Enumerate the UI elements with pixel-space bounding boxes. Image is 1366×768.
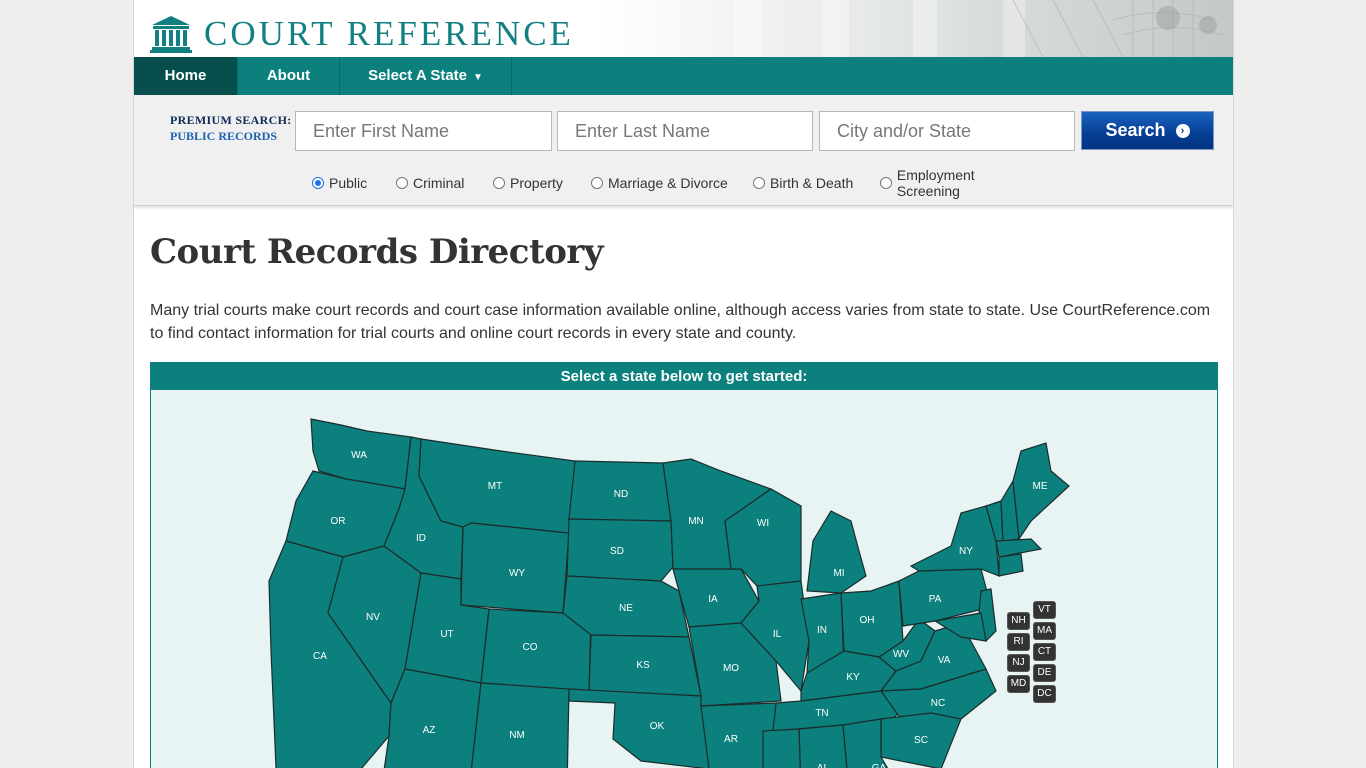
state-oh[interactable]: OH <box>840 580 904 658</box>
nav-about[interactable]: About <box>238 57 340 95</box>
state-sc[interactable]: SC <box>880 712 962 768</box>
main-nav: Home About Select A State ▼ <box>134 57 1233 95</box>
radio-employment-screening[interactable]: Employment Screening <box>880 167 1040 199</box>
page-title: Court Records Directory <box>150 232 604 272</box>
state-badge-nh[interactable]: NH <box>1007 612 1030 630</box>
state-badge-ct[interactable]: CT <box>1033 643 1056 661</box>
city-state-input[interactable] <box>819 111 1075 151</box>
radio-label: Criminal <box>413 175 465 191</box>
radio-button[interactable] <box>753 177 765 189</box>
radio-label: Marriage & Divorce <box>608 175 728 191</box>
us-state-map: WA OR CA ID NV MT WY UT AZ CO NM ND SD N… <box>268 418 1070 768</box>
state-me[interactable]: ME <box>1012 442 1070 541</box>
page-container: COURT REFERENCE Home About Select A Stat… <box>133 0 1234 768</box>
state-ks[interactable]: KS <box>588 634 702 697</box>
state-nm[interactable]: NM <box>469 682 570 768</box>
map-header: Select a state below to get started: <box>151 363 1217 390</box>
nav-select-state[interactable]: Select A State ▼ <box>340 57 512 95</box>
state-mt[interactable]: MT <box>418 438 576 534</box>
state-wy[interactable]: WY <box>460 522 570 614</box>
radio-button[interactable] <box>591 177 603 189</box>
state-ms[interactable] <box>762 728 801 768</box>
state-badge-nj[interactable]: NJ <box>1007 654 1030 672</box>
state-ok[interactable]: OK <box>568 688 710 768</box>
search-type-radios: Public Criminal Property Marriage & Divo… <box>312 167 1040 199</box>
radio-public[interactable]: Public <box>312 167 396 199</box>
caret-down-icon: ▼ <box>473 72 483 83</box>
nav-select-state-label: Select A State <box>368 67 468 84</box>
chevron-right-icon: › <box>1175 123 1190 138</box>
state-badge-md[interactable]: MD <box>1007 675 1030 693</box>
radio-label: Property <box>510 175 563 191</box>
radio-button[interactable] <box>312 177 324 189</box>
state-ne[interactable]: NE <box>562 575 690 638</box>
first-name-input[interactable] <box>295 111 552 151</box>
radio-button[interactable] <box>493 177 505 189</box>
state-mi[interactable]: MI <box>806 510 867 594</box>
premium-search-title: PREMIUM SEARCH: <box>170 113 292 127</box>
search-button[interactable]: Search › <box>1081 111 1214 150</box>
state-badge-vt[interactable]: VT <box>1033 601 1056 619</box>
courthouse-logo-icon <box>150 16 192 53</box>
last-name-input[interactable] <box>557 111 813 151</box>
state-map-panel: Select a state below to get started: WA … <box>150 362 1218 768</box>
nav-home[interactable]: Home <box>134 57 238 95</box>
search-button-label: Search <box>1105 120 1166 140</box>
premium-search-bar: PREMIUM SEARCH: PUBLIC RECORDS Search › … <box>134 95 1233 206</box>
premium-search-label: PREMIUM SEARCH: PUBLIC RECORDS <box>170 112 292 144</box>
radio-birth-death[interactable]: Birth & Death <box>753 167 880 199</box>
radio-marriage-divorce[interactable]: Marriage & Divorce <box>591 167 753 199</box>
radio-label: Birth & Death <box>770 175 854 191</box>
masthead: COURT REFERENCE <box>134 0 1233 57</box>
courthouse-pillars-decoration <box>733 0 1224 57</box>
state-ct[interactable] <box>998 553 1024 577</box>
public-records-label: PUBLIC RECORDS <box>170 129 278 143</box>
state-ny[interactable]: NY <box>909 505 1000 577</box>
state-al[interactable]: AL <box>798 724 849 768</box>
state-badge-de[interactable]: DE <box>1033 664 1056 682</box>
radio-property[interactable]: Property <box>493 167 591 199</box>
state-badge-dc[interactable]: DC <box>1033 685 1056 703</box>
state-badge-ma[interactable]: MA <box>1033 622 1056 640</box>
intro-paragraph: Many trial courts make court records and… <box>150 302 1211 342</box>
logo-text: COURT REFERENCE <box>204 14 574 53</box>
state-nd[interactable]: ND <box>568 460 672 522</box>
state-sd[interactable]: SD <box>566 518 674 582</box>
state-badge-ri[interactable]: RI <box>1007 633 1030 651</box>
radio-criminal[interactable]: Criminal <box>396 167 493 199</box>
site-logo[interactable]: COURT REFERENCE <box>150 15 574 53</box>
radio-button[interactable] <box>396 177 408 189</box>
radio-label: Employment Screening <box>896 167 975 199</box>
radio-label: Public <box>329 175 368 191</box>
radio-button[interactable] <box>880 177 892 189</box>
